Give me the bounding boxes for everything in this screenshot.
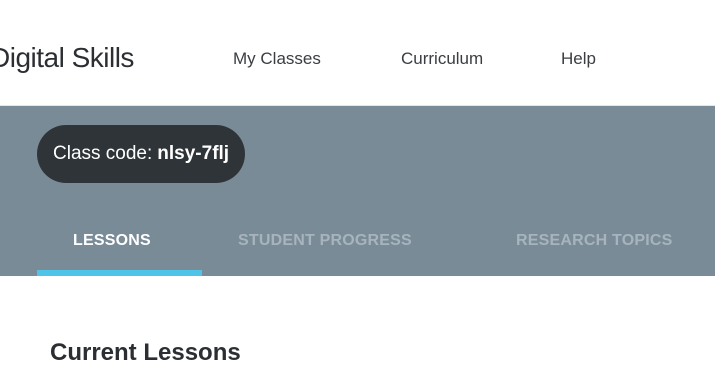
brand-name: Digital Skills [0, 42, 134, 73]
top-navigation-bar: Digital Skills My Classes Curriculum Hel… [0, 0, 715, 106]
tab-lessons[interactable]: LESSONS [73, 230, 151, 252]
brand-logo[interactable]: Digital Skills [0, 38, 190, 78]
active-tab-indicator [37, 270, 202, 276]
nav-curriculum[interactable]: Curriculum [401, 48, 483, 70]
current-lessons-heading: Current Lessons [50, 339, 241, 366]
class-code-value: nlsy-7flj [157, 143, 230, 164]
nav-my-classes[interactable]: My Classes [233, 48, 321, 70]
nav-help[interactable]: Help [561, 48, 596, 70]
class-header-band: Class code: nlsy-7flj LESSONS STUDENT PRO… [0, 106, 715, 276]
tab-student-progress[interactable]: STUDENT PROGRESS [238, 230, 412, 252]
page: Digital Skills My Classes Curriculum Hel… [0, 0, 715, 389]
tab-research-topics[interactable]: RESEARCH TOPICS [516, 230, 673, 252]
class-code-label: Class code: [53, 143, 153, 164]
class-code-badge[interactable]: Class code: nlsy-7flj [37, 125, 246, 183]
